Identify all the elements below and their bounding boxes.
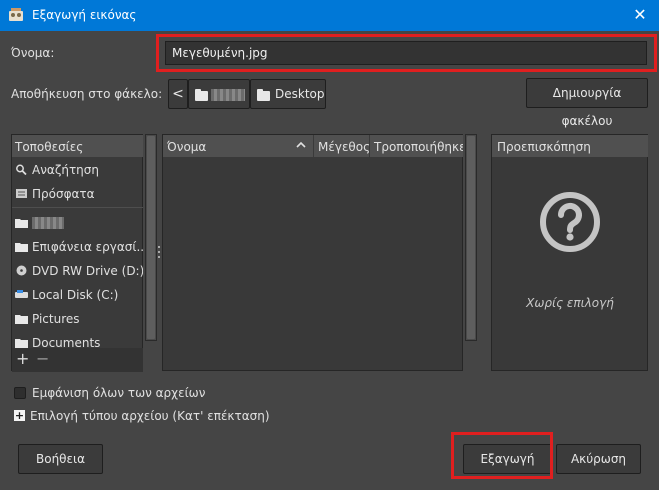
cancel-button[interactable]: Ακύρωση xyxy=(556,444,641,474)
show-all-files-label: Εμφάνιση όλων των αρχείων xyxy=(32,386,206,400)
search-icon xyxy=(16,164,27,175)
breadcrumb-back-button[interactable]: < xyxy=(168,79,188,109)
column-modified[interactable]: Τροποποιήθηκε xyxy=(370,135,463,157)
place-user-folder[interactable] xyxy=(12,212,143,234)
dvd-icon xyxy=(16,265,27,276)
place-dvd-drive[interactable]: DVD RW Drive (D:) xyxy=(12,260,143,282)
pane-resize-handle[interactable] xyxy=(158,246,161,260)
place-label: Pictures xyxy=(32,312,80,326)
gimp-app-icon xyxy=(9,8,23,21)
file-type-row[interactable]: + Επιλογή τύπου αρχείου (Κατ' επέκταση) xyxy=(14,409,274,424)
place-label: Local Disk (C:) xyxy=(32,288,119,302)
column-name[interactable]: Όνομα xyxy=(163,135,314,157)
folder-icon xyxy=(195,89,208,101)
place-recent[interactable]: Πρόσφατα xyxy=(12,183,143,205)
expand-icon[interactable]: + xyxy=(14,410,25,421)
save-in-label: Αποθήκευση στο φάκελο: xyxy=(11,87,163,101)
places-toolbar: + − xyxy=(12,348,143,372)
place-label: Αναζήτηση xyxy=(32,163,99,177)
place-desktop[interactable]: Επιφάνεια εργασί... xyxy=(12,236,143,258)
folder-icon xyxy=(15,219,28,228)
folder-icon xyxy=(15,243,28,252)
places-panel: Τοποθεσίες Αναζήτηση Πρόσφατα Επιφάνεια … xyxy=(11,134,143,372)
remove-place-icon[interactable]: − xyxy=(36,349,49,368)
export-button[interactable]: Εξαγωγή xyxy=(463,444,552,474)
column-name-label: Όνομα xyxy=(167,140,207,154)
place-label: Πρόσφατα xyxy=(32,187,95,201)
places-separator xyxy=(12,207,143,208)
title-bar: Εξαγωγή εικόνας ✕ xyxy=(0,0,659,31)
places-scrollbar-thumb[interactable] xyxy=(147,136,155,339)
file-type-label: Επιλογή τύπου αρχείου (Κατ' επέκταση) xyxy=(30,409,270,423)
folder-icon xyxy=(15,315,28,324)
disk-icon xyxy=(15,290,28,298)
obscured-folder-name xyxy=(32,217,64,229)
breadcrumb-desktop-label: Desktop xyxy=(275,87,325,101)
place-pictures[interactable]: Pictures xyxy=(12,308,143,330)
folder-icon xyxy=(257,89,270,101)
close-icon[interactable]: ✕ xyxy=(629,5,651,25)
place-label: Επιφάνεια εργασί... xyxy=(32,240,143,254)
places-scrollbar[interactable] xyxy=(145,134,157,341)
breadcrumb-desktop[interactable]: Desktop xyxy=(250,79,326,109)
preview-panel: Προεπισκόπηση Χωρίς επιλογή xyxy=(491,134,648,371)
breadcrumb-parent-folder[interactable] xyxy=(188,79,250,109)
file-list-scrollbar[interactable] xyxy=(465,134,477,341)
filename-input[interactable] xyxy=(165,41,647,65)
place-label: DVD RW Drive (D:) xyxy=(32,264,143,278)
column-size[interactable]: Μέγεθος xyxy=(314,135,370,157)
window-title: Εξαγωγή εικόνας xyxy=(32,8,137,22)
place-local-disk[interactable]: Local Disk (C:) xyxy=(12,284,143,306)
create-folder-button[interactable]: Δημιουργία φακέλου xyxy=(526,78,648,128)
back-arrow-icon: < xyxy=(172,86,184,102)
obscured-folder-name xyxy=(211,89,245,101)
file-list[interactable]: Όνομα Μέγεθος Τροποποιήθηκε xyxy=(162,134,463,371)
sort-ascending-icon xyxy=(296,141,306,148)
folder-icon xyxy=(15,339,28,348)
show-all-files-checkbox[interactable] xyxy=(14,387,26,399)
question-mark-icon xyxy=(540,192,600,252)
file-list-scrollbar-thumb[interactable] xyxy=(467,136,475,339)
place-search[interactable]: Αναζήτηση xyxy=(12,159,143,181)
show-all-files-row[interactable]: Εμφάνιση όλων των αρχείων xyxy=(14,386,214,401)
add-place-icon[interactable]: + xyxy=(16,349,29,368)
name-label: Όνομα: xyxy=(11,46,55,60)
places-header: Τοποθεσίες xyxy=(12,135,143,157)
file-list-header: Όνομα Μέγεθος Τροποποιήθηκε xyxy=(163,135,463,157)
recent-icon xyxy=(16,189,27,198)
preview-header: Προεπισκόπηση xyxy=(492,135,648,157)
help-button[interactable]: Βοήθεια xyxy=(18,444,103,474)
preview-empty-text: Χωρίς επιλογή xyxy=(526,296,614,310)
